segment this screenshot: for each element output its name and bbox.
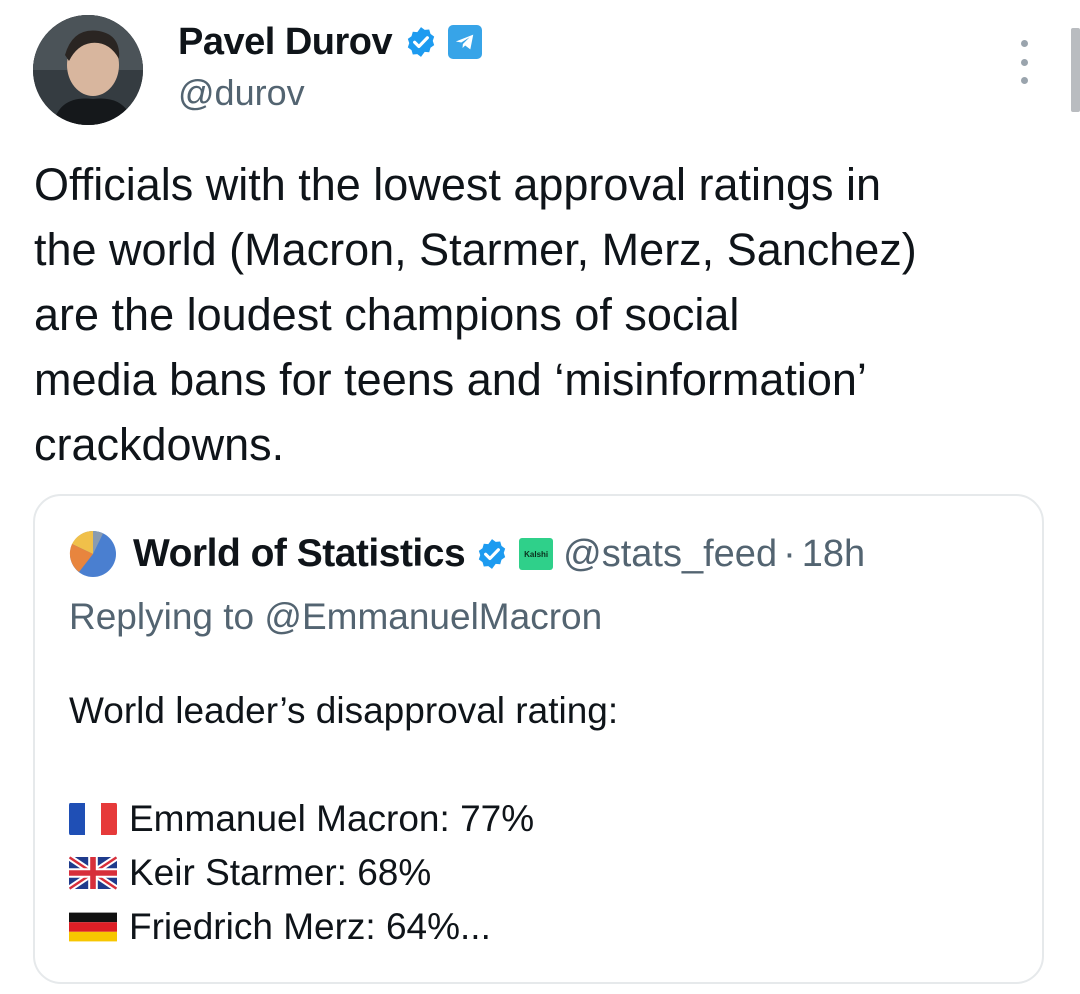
more-options-icon[interactable]	[1012, 40, 1036, 84]
author-avatar[interactable]	[33, 15, 143, 125]
quoted-author-name[interactable]: World of Statistics	[133, 532, 466, 576]
flag-france-icon	[69, 803, 117, 835]
quoted-heading: World leader’s disapproval rating:	[69, 690, 619, 731]
quoted-author-handle[interactable]: @stats_feed	[563, 533, 777, 576]
author-name[interactable]: Pavel Durov	[178, 21, 393, 64]
quoted-tweet-body: World leader’s disapproval rating: Emman…	[69, 684, 618, 954]
verified-badge-icon	[407, 27, 435, 57]
leader-rating: Friedrich Merz: 64%...	[129, 906, 491, 947]
leader-rating: Keir Starmer: 68%	[129, 852, 432, 893]
author-handle[interactable]: @durov	[178, 72, 482, 114]
quoted-author-avatar[interactable]	[69, 530, 117, 578]
quoted-tweet-header: World of Statistics Kalshi @stats_feed ·…	[69, 530, 865, 578]
replying-to[interactable]: Replying to @EmmanuelMacron	[69, 596, 602, 638]
flag-germany-icon	[69, 912, 117, 942]
flag-uk-icon	[69, 856, 117, 890]
tweet-text-line: crackdowns.	[34, 419, 285, 470]
list-item: Friedrich Merz: 64%...	[69, 900, 618, 954]
author-block: Pavel Durov @durov	[178, 20, 483, 114]
separator-dot: ·	[783, 532, 796, 575]
quoted-tweet-time[interactable]: 18h	[802, 533, 865, 576]
tweet-text: Officials with the lowest approval ratin…	[34, 152, 1044, 477]
leader-rating: Emmanuel Macron: 77%	[129, 798, 535, 839]
telegram-affiliate-icon[interactable]	[448, 25, 483, 59]
list-item: Emmanuel Macron: 77%	[69, 792, 618, 846]
verified-badge-icon	[478, 539, 506, 569]
tweet-text-line: the world (Macron, Starmer, Merz, Sanche…	[34, 224, 917, 275]
quoted-tweet-card[interactable]: World of Statistics Kalshi @stats_feed ·…	[33, 494, 1044, 984]
kalshi-affiliate-icon[interactable]: Kalshi	[519, 538, 554, 570]
list-item: Keir Starmer: 68%	[69, 846, 618, 900]
tweet-text-line: Officials with the lowest approval ratin…	[34, 159, 882, 210]
tweet-text-line: are the loudest champions of social	[34, 289, 740, 340]
scrollbar[interactable]	[1071, 28, 1080, 112]
tweet-text-line: media bans for teens and ‘misinformation…	[34, 354, 867, 405]
